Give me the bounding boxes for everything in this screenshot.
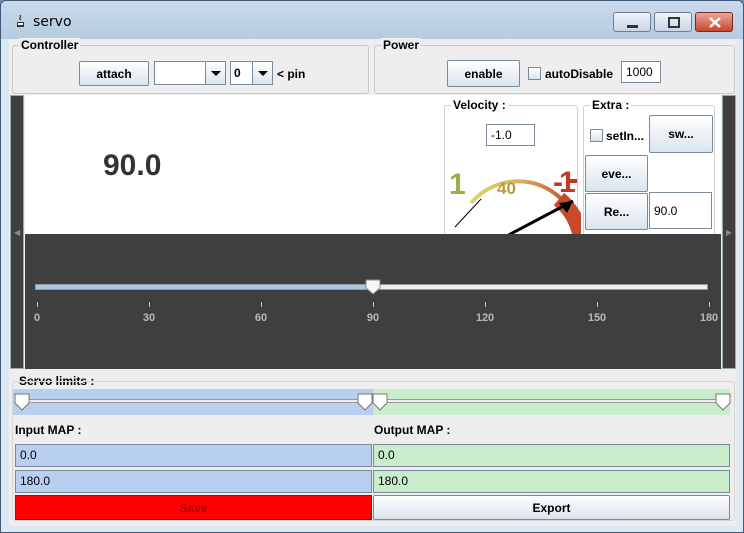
rest-field[interactable]: 90.0 xyxy=(649,192,712,229)
close-button[interactable] xyxy=(695,12,733,32)
auto-disable-field[interactable]: 1000 xyxy=(621,61,661,83)
maximize-icon xyxy=(668,17,680,28)
servo-display: 90.0 Velocity : -1.0 1 40 -1 Extra: set… xyxy=(25,95,721,234)
velocity-field[interactable]: -1.0 xyxy=(486,124,535,146)
input-min-thumb[interactable] xyxy=(14,393,30,411)
slider-thumb[interactable] xyxy=(365,279,381,295)
slider-tick-mark xyxy=(261,302,262,307)
controller-title: Controller xyxy=(19,38,81,52)
pin-suffix-label: < pin xyxy=(277,67,306,81)
slider-tick-mark xyxy=(485,302,486,307)
arrow-left-icon: ◀ xyxy=(14,228,21,237)
java-icon xyxy=(17,14,24,27)
input-map-label: Input MAP : xyxy=(15,423,82,437)
slider-fill xyxy=(36,285,373,289)
slider-tick-mark xyxy=(709,302,710,307)
power-panel: Power enable autoDisable 1000 xyxy=(374,38,735,94)
pin-select[interactable]: 0 xyxy=(230,61,273,85)
auto-disable-checkbox[interactable] xyxy=(528,67,541,80)
servo-window: servo Controller attach 0 < pin Power en… xyxy=(0,0,744,533)
attach-button[interactable]: attach xyxy=(79,61,149,86)
velocity-title: Velocity : xyxy=(451,98,508,112)
slider-tick-mark xyxy=(37,302,38,307)
client-area: Controller attach 0 < pin Power enable a… xyxy=(9,38,737,526)
slider-tick-mark xyxy=(149,302,150,307)
chevron-down-icon xyxy=(211,71,221,76)
slider-tick-label: 150 xyxy=(587,312,607,324)
extra-title: Extra : xyxy=(590,98,632,112)
maximize-button[interactable] xyxy=(654,12,692,32)
slider-tick-label: 60 xyxy=(254,312,268,324)
pin-dropdown-arrow[interactable] xyxy=(252,62,272,84)
power-title: Power xyxy=(381,38,422,52)
minimize-button[interactable] xyxy=(613,12,651,32)
sweep-button[interactable]: sw... xyxy=(649,115,713,153)
title-bar[interactable]: servo xyxy=(1,1,743,39)
position-slider-panel: 0 30 60 90 120 150 180 xyxy=(25,234,721,369)
input-max-field[interactable]: 180.0 xyxy=(15,470,372,493)
rest-button[interactable]: Re... xyxy=(585,193,648,230)
current-position: 90.0 xyxy=(103,149,162,182)
port-dropdown-arrow[interactable] xyxy=(205,62,225,84)
extra-panel: Extra : setIn... sw... eve... Re... 90.0 xyxy=(583,98,715,234)
input-min-field[interactable]: 0.0 xyxy=(15,444,372,467)
output-map-label: Output MAP : xyxy=(374,423,451,437)
events-button[interactable]: eve... xyxy=(585,155,648,192)
slider-tick-label: 120 xyxy=(475,312,495,324)
input-limit-track[interactable] xyxy=(21,399,367,403)
slider-tick-label: 0 xyxy=(33,312,41,324)
output-min-field[interactable]: 0.0 xyxy=(373,444,730,467)
chevron-down-icon xyxy=(258,71,268,76)
gauge-left-label: 1 xyxy=(449,168,466,201)
output-max-thumb[interactable] xyxy=(715,393,731,411)
output-limit-track[interactable] xyxy=(379,399,725,403)
gauge-right-label: -1 xyxy=(553,166,576,199)
slider-tick-label: 90 xyxy=(366,312,380,324)
export-button[interactable]: Export xyxy=(373,495,730,520)
arrow-right-icon: ▶ xyxy=(726,228,733,237)
output-min-thumb[interactable] xyxy=(372,393,388,411)
slider-tick-label: 180 xyxy=(699,312,719,324)
minimize-icon xyxy=(627,25,638,28)
slider-tick-mark xyxy=(373,302,374,307)
input-max-thumb[interactable] xyxy=(357,393,373,411)
close-icon xyxy=(709,17,721,28)
gauge-mid-label: 40 xyxy=(497,179,516,198)
left-collapse-strip[interactable]: ◀ xyxy=(10,95,24,369)
port-select[interactable] xyxy=(154,61,226,85)
set-inverted-checkbox[interactable] xyxy=(590,129,603,142)
save-button[interactable]: Save xyxy=(15,495,372,520)
slider-tick-label: 30 xyxy=(142,312,156,324)
slider-tick-mark xyxy=(597,302,598,307)
pin-value: 0 xyxy=(234,66,241,80)
set-inverted-label: setIn... xyxy=(606,129,645,143)
enable-button[interactable]: enable xyxy=(447,60,520,87)
auto-disable-label: autoDisable xyxy=(545,67,614,81)
window-title: servo xyxy=(33,14,72,30)
controller-panel: Controller attach 0 < pin xyxy=(12,38,369,94)
output-max-field[interactable]: 180.0 xyxy=(373,470,730,493)
right-collapse-strip[interactable]: ▶ xyxy=(722,95,736,369)
